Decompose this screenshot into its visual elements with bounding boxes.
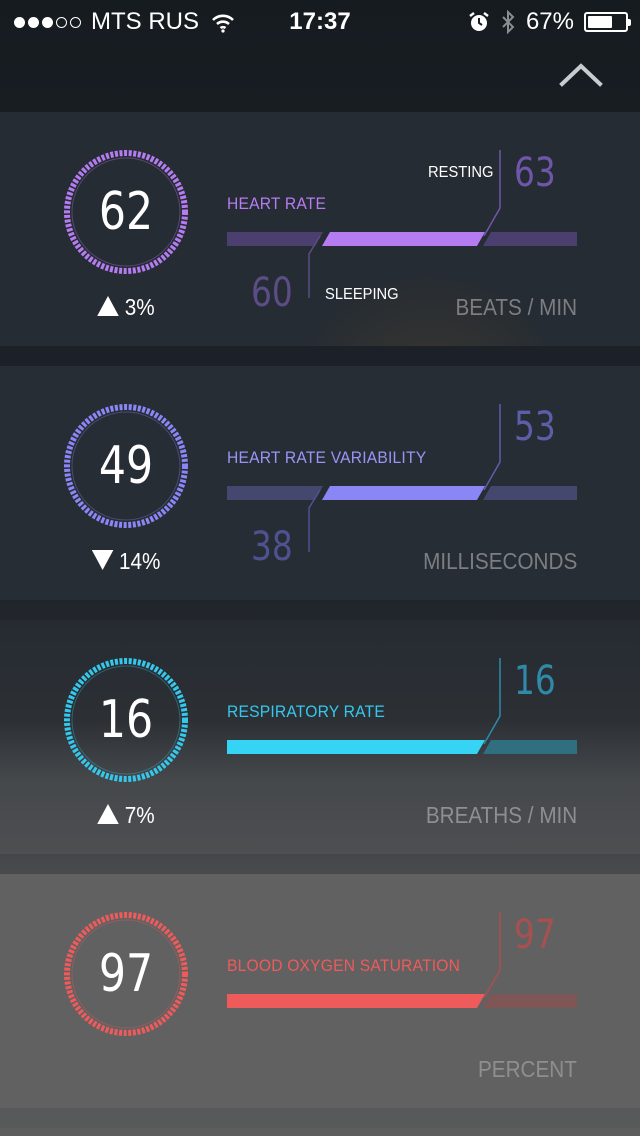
chevron-up-icon[interactable] (556, 56, 606, 96)
blood-oxygen-connector (483, 912, 501, 998)
trend-down-icon (91, 549, 114, 570)
battery-icon (584, 12, 631, 32)
respiratory-rate-value: 16 (98, 690, 154, 750)
resting-connector (483, 150, 501, 236)
hrv-label: HEART RATE VARIABILITY (227, 448, 427, 467)
hrv-high-connector (483, 404, 501, 490)
hrv-value: 49 (98, 436, 154, 496)
sleeping-value: 60 (251, 270, 293, 316)
heart-rate-change-value: 3% (124, 294, 155, 320)
hrv-low-value: 38 (251, 524, 293, 570)
next-card-edge (0, 1128, 640, 1136)
hrv-range-bar (227, 486, 577, 500)
respiratory-rate-connector (483, 658, 501, 744)
moon-icon (20, 644, 48, 678)
respiratory-rate-ring: 16 (64, 658, 188, 782)
respiratory-rate-high-value: 16 (514, 658, 556, 704)
blood-oxygen-label: BLOOD OXYGEN SATURATION (227, 956, 461, 975)
hrv-high-value: 53 (514, 404, 556, 450)
sleeping-label: SLEEPING (325, 286, 399, 303)
hrv-change-value: 14% (118, 548, 161, 574)
hrv-unit: MILLISECONDS (422, 548, 577, 574)
blood-oxygen-high-value: 97 (514, 912, 556, 958)
blood-oxygen-value: 97 (98, 944, 154, 1004)
blood-oxygen-range-bar (227, 994, 577, 1008)
heart-rate-unit: BEATS / MIN (455, 294, 577, 320)
respiratory-rate-change-value: 7% (124, 802, 155, 828)
alarm-icon (468, 11, 490, 33)
blood-oxygen-ring: 97 (64, 912, 188, 1036)
battery-percent: 67% (525, 8, 574, 35)
moon-icon (20, 898, 48, 932)
resting-value: 63 (514, 150, 556, 196)
heart-rate-value: 62 (98, 182, 154, 242)
blood-oxygen-card[interactable]: 97 BLOOD OXYGEN SATURATION 97 PERCENT (0, 874, 640, 1108)
moon-icon (20, 390, 48, 424)
respiratory-rate-label: RESPIRATORY RATE (227, 702, 385, 721)
battery-level (588, 16, 612, 28)
respiratory-rate-change: 7% (67, 802, 186, 829)
heart-rate-variability-card[interactable]: 49 14% HEART RATE VARIABILITY 53 38 MILL… (0, 366, 640, 600)
heart-rate-change: 3% (67, 294, 186, 321)
heart-rate-range-bar (227, 232, 577, 246)
respiratory-rate-range-bar (227, 740, 577, 754)
hrv-ring: 49 (64, 404, 188, 528)
trend-up-icon (97, 295, 119, 316)
status-bar: MTS RUS 17:37 67% (0, 0, 640, 40)
bluetooth-icon (500, 9, 516, 35)
blood-oxygen-unit: PERCENT (478, 1056, 577, 1082)
trend-up-icon (97, 803, 119, 824)
heart-rate-label: HEART RATE (227, 194, 327, 213)
status-right: 67% (468, 8, 631, 36)
hrv-change: 14% (67, 548, 186, 575)
respiratory-rate-unit: BREATHS / MIN (425, 802, 577, 828)
heart-rate-ring: 62 (64, 150, 188, 274)
heart-rate-card[interactable]: 62 3% HEART RATE RESTING 63 60 SLEEPING … (0, 112, 640, 346)
respiratory-rate-card[interactable]: 16 7% RESPIRATORY RATE 16 BREATHS / MIN (0, 620, 640, 854)
hrv-low-connector (308, 490, 321, 552)
